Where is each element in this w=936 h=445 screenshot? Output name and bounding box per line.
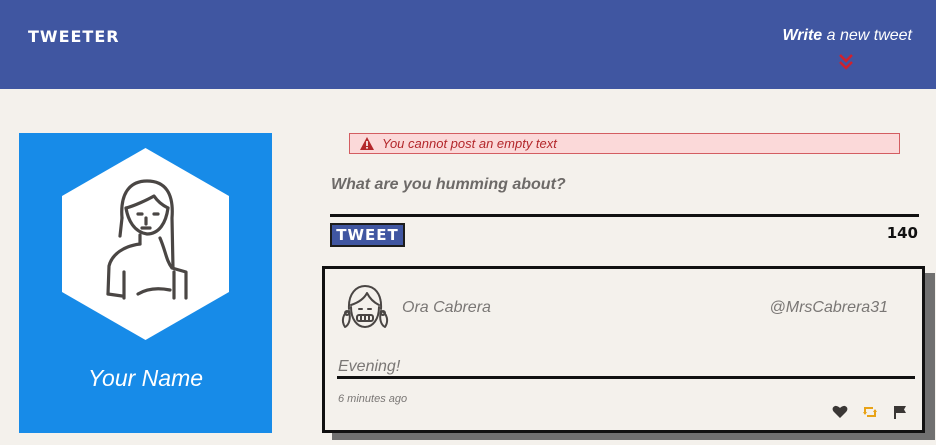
character-counter: 140 [886, 224, 918, 242]
app-logo: TWEETER [28, 27, 120, 46]
tweet-textarea[interactable] [331, 174, 918, 196]
tweet-timestamp: 6 minutes ago [338, 393, 408, 405]
tweet-author-handle: @MrsCabrera31 [769, 299, 889, 316]
tweet-author-name: Ora Cabrera [402, 299, 491, 316]
profile-card: Your Name [19, 133, 272, 433]
compose-toggle-bold: Write [782, 27, 823, 44]
flag-icon[interactable] [892, 405, 908, 419]
tweet-text: Evening! [338, 358, 401, 375]
error-message: You cannot post an empty text [382, 136, 557, 151]
tweet-actions [832, 405, 908, 419]
heart-icon[interactable] [832, 405, 848, 419]
tweet-submit-button[interactable]: TWEET [330, 223, 405, 247]
profile-name: Your Name [87, 365, 204, 391]
tweet-divider [337, 376, 915, 379]
warning-triangle-icon [360, 137, 374, 150]
tweet-card: Ora Cabrera @MrsCabrera31 Evening! 6 min… [322, 266, 925, 433]
author-avatar [341, 285, 389, 328]
user-avatar-icon [62, 148, 229, 340]
top-navbar: TWEETER Write a new tweet [0, 0, 936, 89]
compose-toggle-rest: a new tweet [822, 27, 912, 44]
double-chevron-down-icon[interactable] [837, 52, 855, 72]
retweet-icon[interactable] [862, 405, 878, 419]
error-banner: You cannot post an empty text [349, 133, 900, 154]
write-tweet-toggle[interactable]: Write a new tweet [782, 27, 912, 45]
compose-divider [330, 214, 919, 217]
